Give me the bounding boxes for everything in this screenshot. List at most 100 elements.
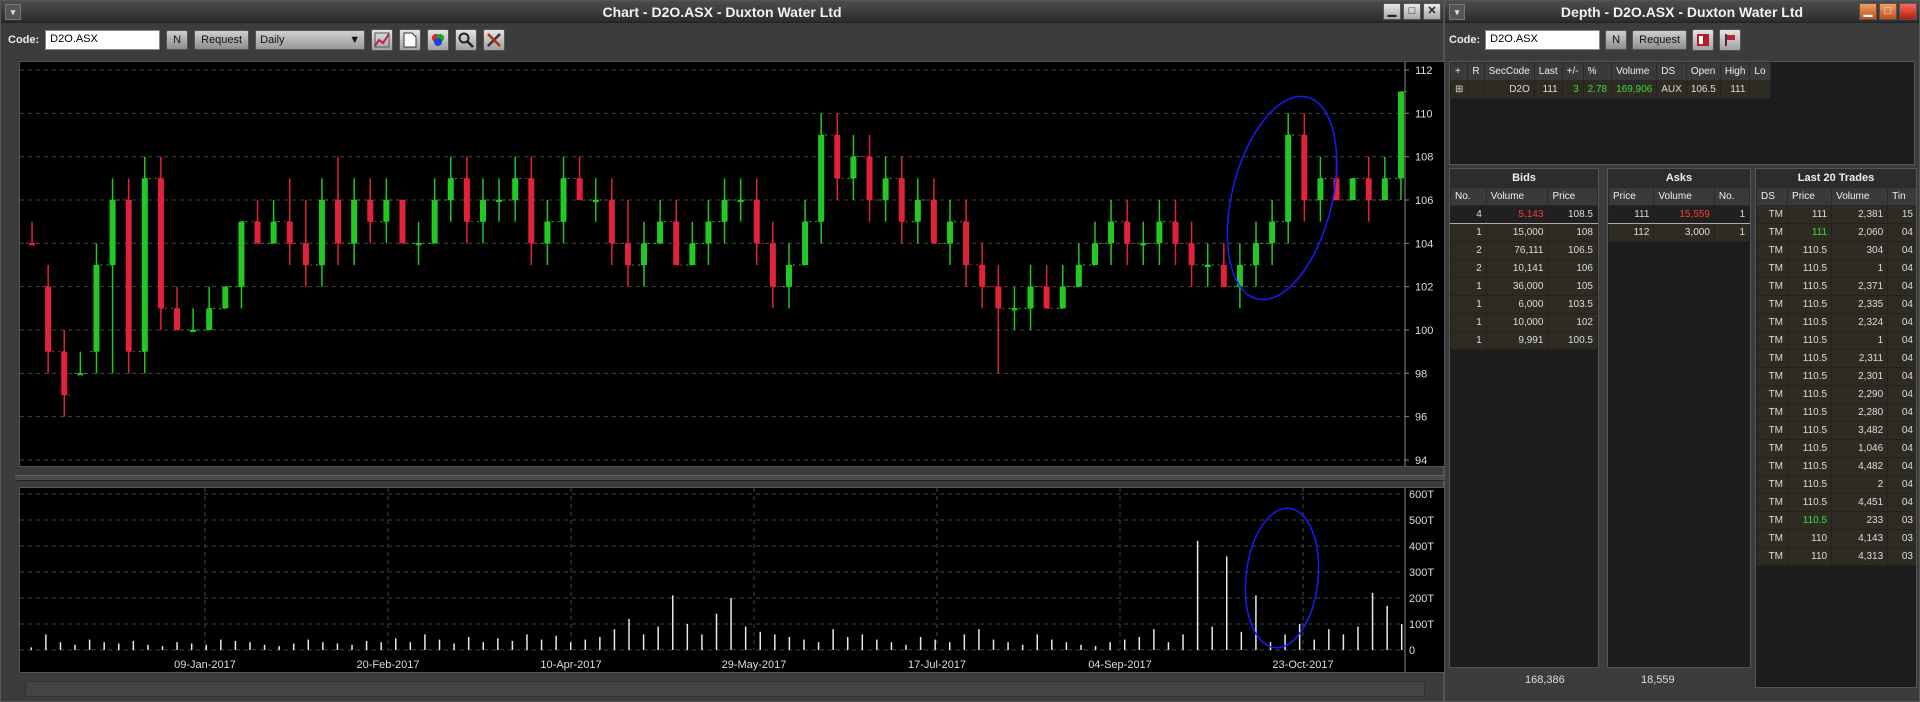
table-cell: 04 xyxy=(1887,493,1916,512)
table-row[interactable]: 2 10,141 106 xyxy=(1450,259,1598,278)
depth-close-button[interactable]: ✕ xyxy=(1899,3,1917,20)
window-menu-icon[interactable]: ▾ xyxy=(5,4,21,20)
table-cell: 110.5 xyxy=(1787,493,1833,512)
table-row[interactable]: 1 36,000 105 xyxy=(1450,277,1598,296)
price-axis-label: 104 xyxy=(1415,238,1433,250)
table-cell: 1 xyxy=(1713,205,1750,224)
table-cell: 1 xyxy=(1713,223,1750,242)
price-bar-body xyxy=(930,200,937,244)
depth-code-input[interactable]: D2O.ASX xyxy=(1485,30,1601,50)
table-row[interactable]: TM 110.5 2,335 04 xyxy=(1756,295,1916,314)
depth-titlebar[interactable]: ▾ Depth - D2O.ASX - Duxton Water Ltd ▁ □… xyxy=(1445,1,1919,23)
table-row[interactable]: TM 110.5 4,451 04 xyxy=(1756,493,1916,512)
price-bar-body xyxy=(302,243,309,265)
table-row[interactable]: 111 15,559 1 xyxy=(1608,205,1750,224)
chart-scrollbar[interactable] xyxy=(25,681,1425,697)
quote-pct: 2.78 xyxy=(1582,80,1613,99)
flag-icon[interactable] xyxy=(1719,29,1742,51)
pane-splitter[interactable] xyxy=(15,475,1445,481)
date-axis-label: 23-Oct-2017 xyxy=(1272,659,1333,671)
table-cell: 1 xyxy=(1450,313,1487,332)
chart-titlebar[interactable]: ▾ Chart - D2O.ASX - Duxton Water Ltd ▁ □… xyxy=(1,1,1443,23)
asks-panel: Asks Price Volume No. 111 15,559 1 112 3,000 1 xyxy=(1607,168,1751,668)
table-row[interactable]: TM 110.5 2,324 04 xyxy=(1756,313,1916,332)
table-cell: TM xyxy=(1756,223,1789,242)
price-bar-body xyxy=(270,221,277,244)
table-cell: 9,991 xyxy=(1485,331,1549,350)
price-bar-body xyxy=(721,200,728,222)
price-bar-body xyxy=(512,178,519,200)
volume-chart[interactable]: 0 100T 200T 300T 400T 500T 600T 09-Jan-2017 20-F… xyxy=(19,487,1445,673)
page-icon[interactable] xyxy=(399,29,422,51)
table-row[interactable]: TM 110.5 3,482 04 xyxy=(1756,421,1916,440)
table-row[interactable]: TM 110.5 2,371 04 xyxy=(1756,277,1916,296)
table-cell: 110.5 xyxy=(1787,403,1833,422)
table-row[interactable]: TM 110.5 233 03 xyxy=(1756,511,1916,530)
price-bar-body xyxy=(753,200,760,244)
table-row[interactable]: 112 3,000 1 xyxy=(1608,223,1750,242)
table-row[interactable]: 1 6,000 103.5 xyxy=(1450,295,1598,314)
table-row[interactable]: TM 110.5 2,280 04 xyxy=(1756,403,1916,422)
depth-window-menu-icon[interactable]: ▾ xyxy=(1449,4,1465,20)
close-button[interactable]: ✕ xyxy=(1423,3,1441,20)
price-bar-body xyxy=(608,200,615,244)
quote-last: 111 xyxy=(1533,80,1563,99)
price-bar-body xyxy=(882,178,889,200)
table-cell: 36,000 xyxy=(1485,277,1549,296)
annotation-circle xyxy=(1244,507,1320,649)
table-row[interactable]: 2 76,111 106.5 xyxy=(1450,241,1598,260)
table-cell: TM xyxy=(1756,547,1789,566)
table-row[interactable]: TM 110.5 1 04 xyxy=(1756,331,1916,350)
table-cell: 1 xyxy=(1450,277,1487,296)
table-cell: 04 xyxy=(1887,385,1916,404)
date-axis-label: 29-May-2017 xyxy=(722,659,787,671)
table-row[interactable]: TM 110 4,143 03 xyxy=(1756,529,1916,548)
table-cell: 03 xyxy=(1887,547,1916,566)
table-cell: 04 xyxy=(1887,241,1916,260)
table-row[interactable]: TM 110.5 2,311 04 xyxy=(1756,349,1916,368)
depth-request-button[interactable]: Request xyxy=(1632,30,1688,50)
table-row[interactable]: TM 110 4,313 03 xyxy=(1756,547,1916,566)
depth-n-button[interactable]: N xyxy=(1605,30,1628,50)
table-cell: 110.5 xyxy=(1787,241,1833,260)
column-header: Volume xyxy=(1485,187,1549,206)
price-bar-body xyxy=(238,221,245,287)
table-cell: 04 xyxy=(1887,313,1916,332)
table-row[interactable]: TM 110.5 2,290 04 xyxy=(1756,385,1916,404)
tools-icon[interactable] xyxy=(483,29,506,51)
table-row[interactable]: 1 10,000 102 xyxy=(1450,313,1598,332)
quote-seccode: D2O xyxy=(1483,80,1535,99)
n-button[interactable]: N xyxy=(166,30,189,50)
table-cell: TM xyxy=(1756,511,1789,530)
table-row[interactable]: 1 15,000 108 xyxy=(1450,223,1598,242)
request-button[interactable]: Request xyxy=(194,30,250,50)
price-chart[interactable]: 94 96 98 100 102 104 106 108 110 112 xyxy=(19,61,1445,467)
quote-row-d2o[interactable]: ⊞ D2O 111 3 2.78 169,906 AUX 106.5 111 xyxy=(1450,80,1771,99)
table-row[interactable]: TM 110.5 2,301 04 xyxy=(1756,367,1916,386)
table-cell: TM xyxy=(1756,403,1789,422)
chart-type-icon[interactable] xyxy=(371,29,394,51)
book-icon[interactable] xyxy=(1692,29,1715,51)
depth-minimize-button[interactable]: ▁ xyxy=(1859,3,1877,20)
table-row[interactable]: 1 9,991 100.5 xyxy=(1450,331,1598,350)
table-cell: TM xyxy=(1756,439,1789,458)
depth-maximize-button[interactable]: □ xyxy=(1879,3,1897,20)
chart-window-title: Chart - D2O.ASX - Duxton Water Ltd xyxy=(602,4,842,20)
table-row[interactable]: TM 110.5 4,482 04 xyxy=(1756,457,1916,476)
table-cell: 110.5 xyxy=(1787,277,1833,296)
table-row[interactable]: TM 110.5 2 04 xyxy=(1756,475,1916,494)
zoom-icon[interactable] xyxy=(455,29,478,51)
minimize-button[interactable]: ▁ xyxy=(1383,3,1401,20)
period-select[interactable]: Daily ▼ xyxy=(255,30,366,50)
table-row[interactable]: TM 111 2,381 15 xyxy=(1756,205,1916,224)
maximize-button[interactable]: □ xyxy=(1403,3,1421,20)
code-input[interactable]: D2O.ASX xyxy=(45,30,161,50)
table-row[interactable]: TM 111 2,060 04 xyxy=(1756,223,1916,242)
color-icon[interactable] xyxy=(427,29,450,51)
table-row[interactable]: TM 110.5 1,046 04 xyxy=(1756,439,1916,458)
table-row[interactable]: TM 110.5 1 04 xyxy=(1756,259,1916,278)
table-row[interactable]: 4 5,143 108.5 xyxy=(1450,205,1598,224)
price-bar-body xyxy=(431,200,438,244)
table-row[interactable]: TM 110.5 304 04 xyxy=(1756,241,1916,260)
table-cell: 2,311 xyxy=(1831,349,1889,368)
